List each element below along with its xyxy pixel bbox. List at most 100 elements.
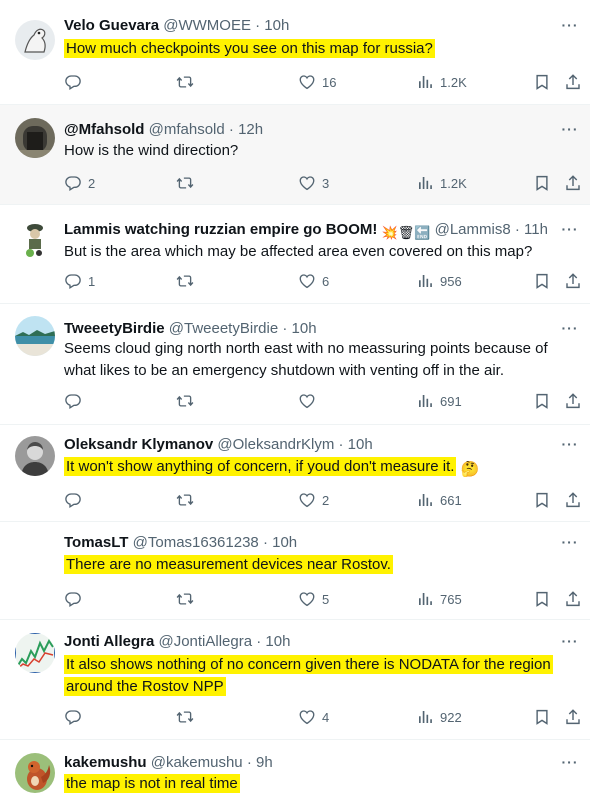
- author-name[interactable]: Lammis watching ruzzian empire go BOOM!: [64, 221, 377, 238]
- author-name[interactable]: Velo Guevara: [64, 17, 159, 34]
- author-handle[interactable]: @OleksandrKlym: [217, 436, 334, 453]
- timestamp[interactable]: · 10h: [282, 320, 316, 337]
- avatar[interactable]: [15, 316, 55, 356]
- share-button[interactable]: [564, 271, 582, 291]
- reply-button[interactable]: [64, 490, 88, 510]
- tweet-1[interactable]: Velo Guevara @WWMOEE · 10h ··· How much …: [0, 0, 590, 105]
- like-icon: [298, 392, 316, 410]
- like-button[interactable]: [298, 391, 322, 411]
- views-button[interactable]: 922: [416, 707, 462, 727]
- retweet-button[interactable]: [176, 271, 200, 291]
- like-button[interactable]: 5: [298, 589, 329, 609]
- like-button[interactable]: 6: [298, 271, 329, 291]
- views-button[interactable]: 691: [416, 391, 462, 411]
- share-button[interactable]: [564, 707, 582, 727]
- avatar[interactable]: [15, 753, 55, 793]
- tweet-7[interactable]: Jonti Allegra @JontiAllegra · 10h ··· It…: [0, 620, 590, 740]
- more-icon[interactable]: ···: [560, 321, 580, 339]
- views-button[interactable]: 1.2K: [416, 173, 467, 193]
- like-count: 3: [322, 175, 330, 191]
- views-button[interactable]: 661: [416, 490, 462, 510]
- views-count: 1.2K: [440, 74, 467, 90]
- like-count: 2: [322, 492, 330, 508]
- retweet-button[interactable]: [176, 72, 200, 92]
- bookmark-button[interactable]: [533, 173, 551, 193]
- tweet-4[interactable]: TweeetyBirdie @TweeetyBirdie · 10h ··· S…: [0, 304, 590, 425]
- more-icon[interactable]: ···: [560, 222, 580, 240]
- avatar[interactable]: [15, 20, 55, 60]
- reply-count: 1: [88, 273, 96, 289]
- avatar[interactable]: [15, 219, 55, 259]
- author-handle[interactable]: @kakemushu: [151, 754, 243, 771]
- tweet-5[interactable]: Oleksandr Klymanov @OleksandrKlym · 10h …: [0, 425, 590, 522]
- retweet-button[interactable]: [176, 391, 200, 411]
- more-icon[interactable]: ···: [560, 122, 580, 140]
- views-button[interactable]: 765: [416, 589, 462, 609]
- tweet-text: But is the area which may be affected ar…: [64, 243, 533, 260]
- reply-button[interactable]: 1: [64, 271, 95, 291]
- avatar[interactable]: [15, 633, 55, 673]
- author-name[interactable]: @Mfahsold: [64, 121, 144, 138]
- timestamp[interactable]: · 11h: [515, 221, 548, 238]
- share-button[interactable]: [564, 490, 582, 510]
- views-button[interactable]: 1.2K: [416, 72, 467, 92]
- bookmark-button[interactable]: [533, 707, 551, 727]
- timestamp[interactable]: · 10h: [256, 633, 290, 650]
- avatar[interactable]: [15, 118, 55, 158]
- share-button[interactable]: [564, 391, 582, 411]
- author-handle[interactable]: @Tomas16361238: [133, 534, 259, 551]
- author-handle[interactable]: @TweeetyBirdie: [169, 320, 278, 337]
- tweet-6[interactable]: TomasLT @Tomas16361238 · 10h ··· There a…: [0, 522, 590, 620]
- timestamp[interactable]: · 10h: [263, 534, 297, 551]
- avatar[interactable]: [15, 534, 55, 574]
- reply-button[interactable]: [64, 72, 88, 92]
- like-button[interactable]: 4: [298, 707, 329, 727]
- retweet-button[interactable]: [176, 589, 200, 609]
- reply-button[interactable]: 2: [64, 173, 95, 193]
- tweet-3[interactable]: Lammis watching ruzzian empire go BOOM! …: [0, 205, 590, 304]
- bookmark-button[interactable]: [533, 72, 551, 92]
- author-name[interactable]: Jonti Allegra: [64, 633, 154, 650]
- like-button[interactable]: 2: [298, 490, 329, 510]
- reply-button[interactable]: [64, 707, 88, 727]
- tweet-2[interactable]: @Mfahsold @mfahsold · 12h ··· How is the…: [0, 105, 590, 205]
- retweet-button[interactable]: [176, 490, 200, 510]
- author-handle[interactable]: @mfahsold: [149, 121, 225, 138]
- tweet-8[interactable]: kakemushu @kakemushu · 9h ··· the map is…: [0, 740, 590, 797]
- more-icon[interactable]: ···: [560, 535, 580, 553]
- retweet-button[interactable]: [176, 707, 200, 727]
- retweet-button[interactable]: [176, 173, 200, 193]
- more-icon[interactable]: ···: [560, 18, 580, 36]
- author-name[interactable]: kakemushu: [64, 754, 147, 771]
- more-icon[interactable]: ···: [560, 634, 580, 652]
- views-button[interactable]: 956: [416, 271, 462, 291]
- timestamp[interactable]: · 12h: [229, 121, 263, 138]
- retweet-icon: [176, 272, 194, 290]
- more-icon[interactable]: ···: [560, 437, 580, 455]
- author-name[interactable]: TweeetyBirdie: [64, 320, 165, 337]
- bookmark-button[interactable]: [533, 271, 551, 291]
- share-button[interactable]: [564, 173, 582, 193]
- timestamp[interactable]: · 10h: [255, 17, 289, 34]
- share-button[interactable]: [564, 72, 582, 92]
- like-icon: [298, 272, 316, 290]
- author-handle[interactable]: @WWMOEE: [163, 17, 251, 34]
- avatar[interactable]: [15, 436, 55, 476]
- timestamp[interactable]: · 9h: [247, 754, 273, 771]
- author-handle[interactable]: @JontiAllegra: [158, 633, 252, 650]
- more-icon[interactable]: ···: [560, 755, 580, 773]
- reply-button[interactable]: [64, 589, 88, 609]
- reply-button[interactable]: [64, 391, 88, 411]
- author-name[interactable]: Oleksandr Klymanov: [64, 436, 213, 453]
- share-button[interactable]: [564, 589, 582, 609]
- share-icon: [564, 174, 582, 192]
- author-name[interactable]: TomasLT: [64, 534, 128, 551]
- author-handle[interactable]: @Lammis8: [435, 221, 511, 238]
- bookmark-button[interactable]: [533, 490, 551, 510]
- like-button[interactable]: 16: [298, 72, 336, 92]
- timestamp[interactable]: · 10h: [339, 436, 373, 453]
- like-button[interactable]: 3: [298, 173, 329, 193]
- like-count: 16: [322, 74, 337, 90]
- bookmark-button[interactable]: [533, 391, 551, 411]
- bookmark-button[interactable]: [533, 589, 551, 609]
